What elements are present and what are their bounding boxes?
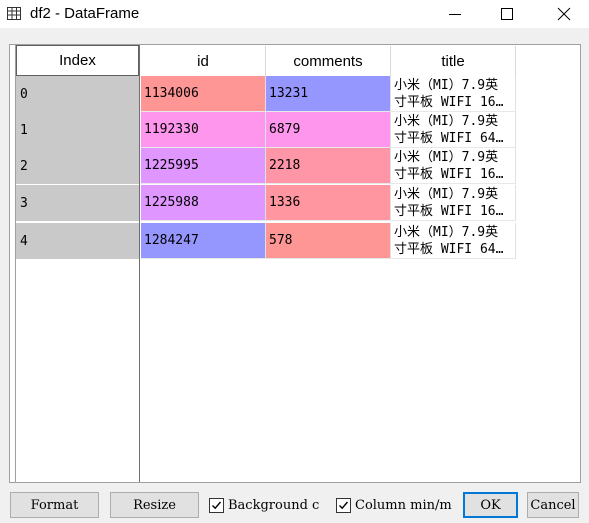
checkmark-icon: [212, 501, 222, 509]
window-title: df2 - DataFrame: [30, 5, 140, 22]
cell-title-line: 小米（MI）7.9英: [394, 114, 499, 129]
checkbox-box[interactable]: [209, 497, 224, 513]
cell-comments[interactable]: 6879: [266, 112, 391, 148]
index-column[interactable]: Index 0 1 2 3 4: [15, 45, 140, 482]
column-minmax-label: Column min/m: [355, 497, 452, 513]
cell-id[interactable]: 1192330: [141, 112, 266, 148]
cell-title[interactable]: 小米（MI）7.9英 寸平板 WIFI 16…: [391, 185, 516, 221]
close-icon: [557, 7, 571, 21]
cell-id[interactable]: 1134006: [141, 76, 266, 112]
checkmark-icon: [339, 501, 349, 509]
cell-comments[interactable]: 578: [266, 223, 391, 259]
cell-title-line: 小米（MI）7.9英: [394, 225, 499, 240]
maximize-icon: [501, 8, 513, 20]
cell-comments[interactable]: 2218: [266, 148, 391, 184]
checkbox-box[interactable]: [336, 497, 351, 513]
minimize-button[interactable]: [430, 0, 480, 28]
cell-title[interactable]: 小米（MI）7.9英 寸平板 WIFI 64…: [391, 223, 516, 259]
column-header-comments[interactable]: comments: [266, 46, 391, 76]
index-cell[interactable]: 4: [16, 223, 139, 259]
close-button[interactable]: [539, 0, 589, 28]
cell-id[interactable]: 1225988: [141, 185, 266, 221]
cell-title-line: 寸平板 WIFI 16…: [394, 167, 504, 182]
maximize-button[interactable]: [482, 0, 532, 28]
index-cell[interactable]: 3: [16, 185, 139, 221]
cell-id[interactable]: 1284247: [141, 223, 266, 259]
minimize-icon: [449, 14, 461, 15]
column-minmax-checkbox[interactable]: Column min/m: [336, 492, 457, 518]
cell-title-line: 小米（MI）7.9英: [394, 187, 499, 202]
dataframe-table[interactable]: Index 0 1 2 3 4 id comments title 113400…: [9, 44, 581, 483]
cell-comments[interactable]: 1336: [266, 185, 391, 221]
index-cell[interactable]: 0: [16, 76, 139, 112]
cell-title[interactable]: 小米（MI）7.9英 寸平板 WIFI 16…: [391, 148, 516, 184]
cell-id[interactable]: 1225995: [141, 148, 266, 184]
cell-comments[interactable]: 13231: [266, 76, 391, 112]
table-icon: [7, 7, 21, 20]
title-bar: df2 - DataFrame: [0, 0, 589, 28]
cancel-button[interactable]: Cancel: [527, 492, 579, 518]
ok-button[interactable]: OK: [463, 492, 518, 518]
cell-title[interactable]: 小米（MI）7.9英 寸平板 WIFI 16…: [391, 76, 516, 112]
background-color-checkbox[interactable]: Background c: [209, 492, 330, 518]
resize-button[interactable]: Resize: [110, 492, 199, 518]
format-button[interactable]: Format: [10, 492, 99, 518]
cell-title-line: 小米（MI）7.9英: [394, 150, 499, 165]
column-header-title[interactable]: title: [391, 46, 516, 76]
index-cell[interactable]: 2: [16, 148, 139, 184]
index-cell[interactable]: 1: [16, 112, 139, 148]
cell-title-line: 寸平板 WIFI 64…: [394, 131, 504, 146]
cell-title-line: 寸平板 WIFI 16…: [394, 95, 504, 110]
cell-title[interactable]: 小米（MI）7.9英 寸平板 WIFI 64…: [391, 112, 516, 148]
background-color-label: Background c: [228, 497, 320, 513]
cell-title-line: 小米（MI）7.9英: [394, 78, 499, 93]
cell-title-line: 寸平板 WIFI 64…: [394, 242, 504, 257]
index-header[interactable]: Index: [16, 45, 139, 76]
column-header-id[interactable]: id: [141, 46, 266, 76]
cell-title-line: 寸平板 WIFI 16…: [394, 204, 504, 219]
